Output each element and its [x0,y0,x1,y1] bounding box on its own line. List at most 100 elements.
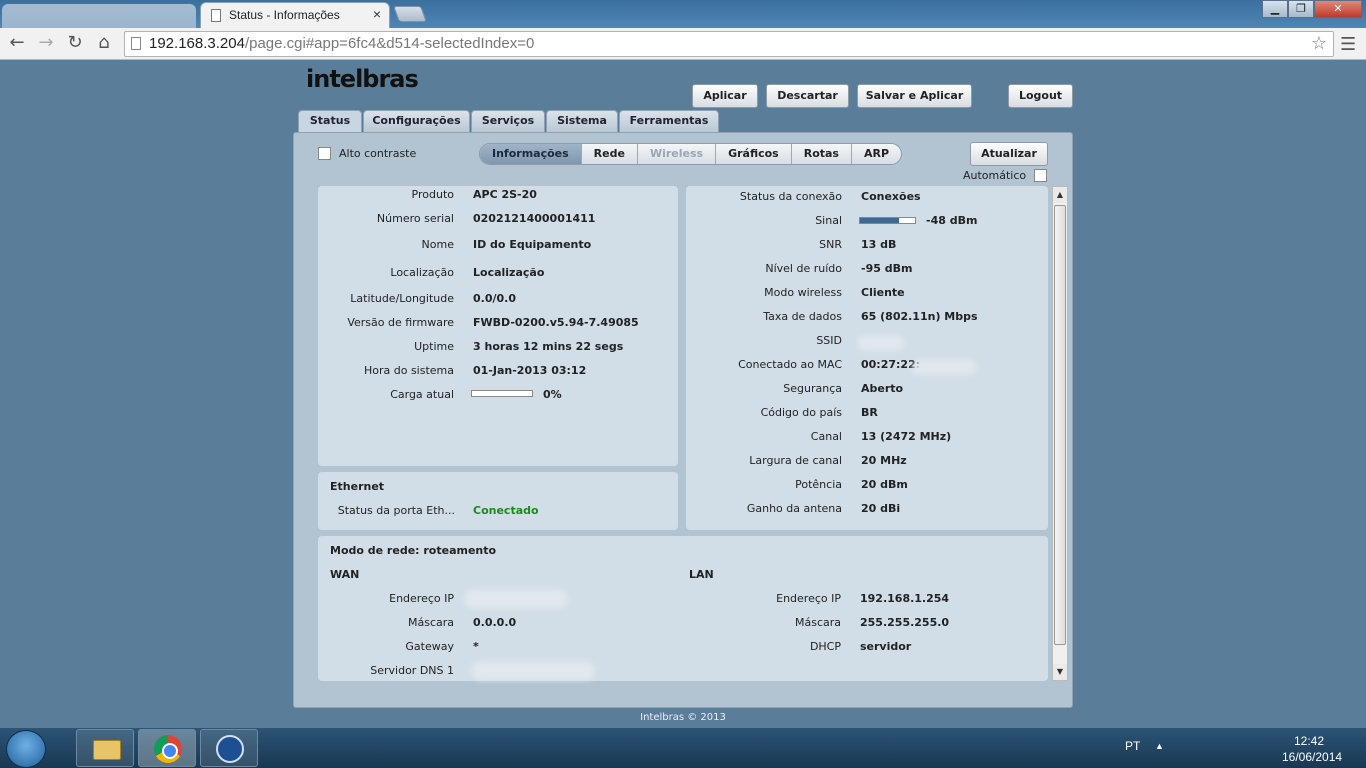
wireless-value: 13 (2472 MHz) [861,430,952,443]
device-label: Nome [421,238,454,251]
load-bar [471,390,533,397]
close-window-button[interactable]: ✕ [1314,0,1362,18]
start-button-icon[interactable] [6,730,46,768]
device-label: Produto [411,188,454,201]
tab-servicos[interactable]: Serviços [471,110,545,132]
ethernet-status-label: Status da porta Eth... [337,504,455,517]
ethernet-status-value: Conectado [473,504,539,517]
minimize-button[interactable]: ▁ [1262,0,1288,18]
network-box [318,536,1048,681]
device-value: FWBD-0200.v5.94-7.49085 [473,316,639,329]
bookmark-star-icon[interactable]: ☆ [1311,33,1327,54]
content-scrollbar[interactable]: ▲ ▼ [1052,186,1068,681]
lan-value: 255.255.255.0 [860,616,950,629]
wan-value: * [473,640,479,653]
network-mode: Modo de rede: roteamento [330,544,497,557]
wan-label: Servidor DNS 1 [370,664,454,677]
device-value: 0202121400001411 [473,212,596,225]
chrome-taskbar-item[interactable] [138,729,196,767]
address-bar[interactable]: 192.168.3.204/page.cgi#app=6fc4&d514-sel… [124,31,1334,57]
reload-icon[interactable]: ↻ [63,32,87,54]
wan-value: 0.0.0.0 [473,616,517,629]
signal-bar [859,217,916,224]
wireless-label: Potência [795,478,842,491]
logout-button[interactable]: Logout [1008,84,1073,108]
wireless-value: 13 dB [861,238,897,251]
device-label: Hora do sistema [363,364,454,377]
home-icon[interactable]: ⌂ [92,32,116,54]
device-value: 0.0/0.0 [473,292,516,305]
lan-label: Máscara [794,616,841,629]
wan-title: WAN [330,568,360,581]
apply-button[interactable]: Aplicar [692,84,758,108]
device-value: APC 2S-20 [473,188,537,201]
subtab-graficos[interactable]: Gráficos [716,144,792,164]
subtab-wireless: Wireless [638,144,717,164]
wireless-value: BR [861,406,878,419]
auto-refresh-checkbox[interactable] [1034,169,1047,182]
subtab-bar: Informações Rede Wireless Gráficos Rotas… [479,143,903,165]
lan-label: Endereço IP [776,592,841,605]
save-apply-button[interactable]: Salvar e Aplicar [857,84,972,108]
browser-tab-active[interactable]: Status - Informações × [200,2,390,28]
forward-icon[interactable]: → [34,32,58,54]
explorer-taskbar-item[interactable] [76,729,134,767]
tab-title: Status - Informações [229,8,340,22]
wireless-value: Cliente [861,286,905,299]
tab-configuracoes[interactable]: Configurações [363,110,470,132]
url-text[interactable]: 192.168.3.204/page.cgi#app=6fc4&d514-sel… [149,35,534,52]
wan-label: Endereço IP [389,592,454,605]
language-indicator[interactable]: PT [1125,739,1140,753]
wireless-value: 20 MHz [861,454,907,467]
wireless-label: Segurança [783,382,842,395]
lan-title: LAN [689,568,714,581]
tab-status[interactable]: Status [298,110,362,133]
redacted-ssid [858,336,904,350]
clock-date[interactable]: 16/06/2014 [1282,750,1342,764]
tray-expand-icon[interactable]: ▲ [1155,741,1164,751]
menu-icon[interactable]: ☰ [1340,34,1356,55]
subtab-informacoes[interactable]: Informações [480,144,582,164]
tab-sistema[interactable]: Sistema [546,110,618,132]
blurred-tab[interactable] [2,4,196,28]
wireless-label: SNR [819,238,842,251]
wireless-label: Canal [810,430,842,443]
subtab-rede[interactable]: Rede [582,144,638,164]
device-value: 3 horas 12 mins 22 segs [473,340,624,353]
url-path: /page.cgi#app=6fc4&d514-selectedIndex=0 [244,35,535,52]
scroll-thumb[interactable] [1054,205,1066,645]
refresh-button[interactable]: Atualizar [970,142,1048,166]
wireless-label: Nível de ruído [765,262,842,275]
back-icon[interactable]: ← [5,32,29,54]
wireless-label: Sinal [815,214,842,227]
new-tab-button[interactable] [393,6,427,22]
clock-time[interactable]: 12:42 [1294,734,1324,748]
wireless-value: -95 dBm [861,262,913,275]
folder-icon [93,740,121,760]
page-icon [211,9,221,22]
winbox-taskbar-item[interactable] [200,729,258,767]
close-tab-icon[interactable]: × [373,6,381,22]
high-contrast-checkbox[interactable] [318,147,331,160]
wireless-label: SSID [816,334,842,347]
subtab-rotas[interactable]: Rotas [792,144,852,164]
device-label: Carga atual [390,388,454,401]
chrome-icon [154,735,182,763]
wireless-label: Taxa de dados [763,310,842,323]
device-value: ID do Equipamento [473,238,592,251]
maximize-button[interactable]: ❐ [1288,0,1314,18]
scroll-up-arrow[interactable]: ▲ [1053,187,1067,203]
tab-ferramentas[interactable]: Ferramentas [619,110,719,132]
footer-copyright: Intelbras © 2013 [640,712,726,723]
wireless-label: Ganho da antena [746,502,842,515]
discard-button[interactable]: Descartar [766,84,849,108]
scroll-down-arrow[interactable]: ▼ [1053,664,1067,680]
device-value: Localização [473,266,545,279]
device-value: 0% [543,388,562,401]
subtab-arp[interactable]: ARP [852,144,901,164]
lan-value: 192.168.1.254 [860,592,950,605]
device-label: Uptime [414,340,454,353]
device-value: 01-Jan-2013 03:12 [473,364,587,377]
lan-value: servidor [860,640,912,653]
wan-label: Máscara [407,616,454,629]
